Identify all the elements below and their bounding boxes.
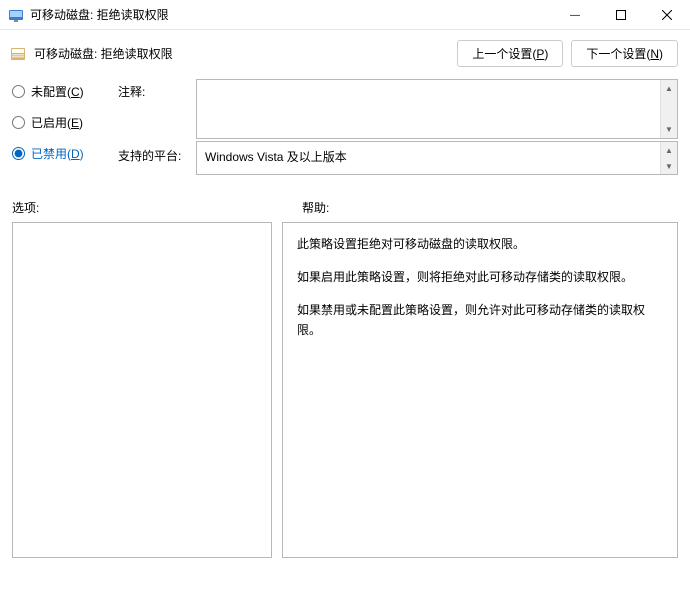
- options-label: 选项:: [12, 199, 302, 216]
- platform-scrollbar[interactable]: ▲ ▼: [660, 142, 677, 174]
- supported-platform-box: Windows Vista 及以上版本 ▲ ▼: [196, 141, 678, 175]
- window-controls: —: [552, 0, 690, 29]
- scroll-down-icon[interactable]: ▼: [661, 121, 677, 138]
- field-labels: 注释: 支持的平台:: [118, 75, 190, 164]
- scroll-up-icon[interactable]: ▲: [661, 80, 677, 97]
- help-panel: 此策略设置拒绝对可移动磁盘的读取权限。 如果启用此策略设置，则将拒绝对此可移动存…: [282, 222, 678, 558]
- help-paragraph: 此策略设置拒绝对可移动磁盘的读取权限。: [297, 235, 663, 254]
- help-paragraph: 如果禁用或未配置此策略设置，则允许对此可移动存储类的读取权限。: [297, 301, 663, 339]
- maximize-button[interactable]: [598, 0, 644, 30]
- field-boxes: ▲ ▼ Windows Vista 及以上版本 ▲ ▼: [196, 75, 678, 175]
- help-label: 帮助:: [302, 199, 678, 216]
- scroll-up-icon[interactable]: ▲: [661, 142, 677, 158]
- close-button[interactable]: [644, 0, 690, 30]
- platform-label: 支持的平台:: [118, 147, 190, 164]
- radio-disabled[interactable]: 已禁用(D): [12, 145, 112, 162]
- help-paragraph: 如果启用此策略设置，则将拒绝对此可移动存储类的读取权限。: [297, 268, 663, 287]
- supported-platform-value: Windows Vista 及以上版本: [205, 150, 347, 164]
- radio-not-configured-input[interactable]: [12, 85, 25, 98]
- radio-group: 未配置(C) 已启用(E) 已禁用(D): [12, 75, 112, 162]
- window-title: 可移动磁盘: 拒绝读取权限: [30, 6, 169, 23]
- header-row: 可移动磁盘: 拒绝读取权限 上一个设置(P) 下一个设置(N): [0, 30, 690, 75]
- comment-textbox[interactable]: ▲ ▼: [196, 79, 678, 139]
- lower-panels: 此策略设置拒绝对可移动磁盘的读取权限。 如果启用此策略设置，则将拒绝对此可移动存…: [0, 222, 690, 570]
- config-area: 未配置(C) 已启用(E) 已禁用(D) 注释: 支持的平台: ▲ ▼ Wind…: [0, 75, 690, 175]
- titlebar: 可移动磁盘: 拒绝读取权限 —: [0, 0, 690, 30]
- radio-disabled-input[interactable]: [12, 147, 25, 160]
- section-labels: 选项: 帮助:: [0, 175, 690, 222]
- policy-icon: [10, 46, 26, 62]
- options-panel: [12, 222, 272, 558]
- comment-scrollbar[interactable]: ▲ ▼: [660, 80, 677, 138]
- next-setting-button[interactable]: 下一个设置(N): [571, 40, 678, 67]
- previous-setting-button[interactable]: 上一个设置(P): [457, 40, 563, 67]
- radio-enabled[interactable]: 已启用(E): [12, 114, 112, 131]
- comment-label: 注释:: [118, 81, 190, 147]
- policy-title: 可移动磁盘: 拒绝读取权限: [34, 45, 173, 62]
- radio-not-configured[interactable]: 未配置(C): [12, 83, 112, 100]
- scroll-down-icon[interactable]: ▼: [661, 158, 677, 174]
- radio-enabled-input[interactable]: [12, 116, 25, 129]
- minimize-button[interactable]: —: [552, 0, 598, 30]
- app-icon: [8, 7, 24, 23]
